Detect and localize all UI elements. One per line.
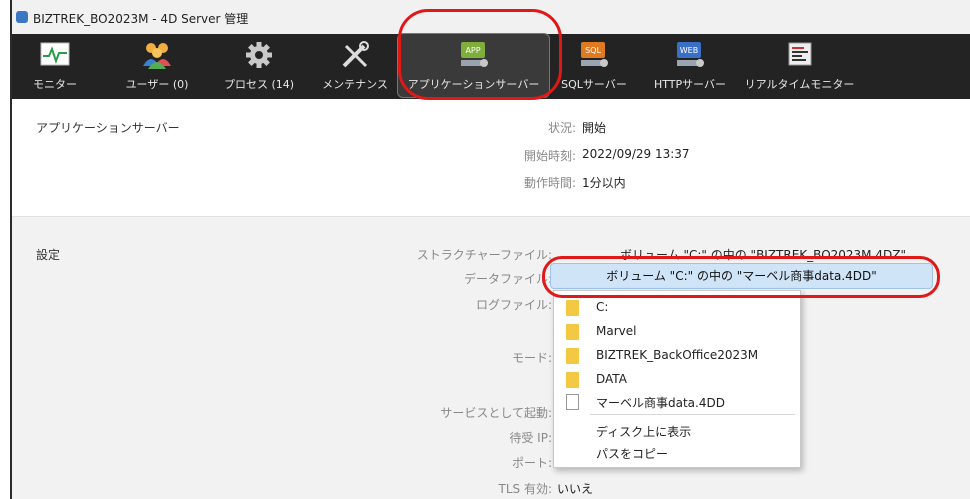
tab-maintenance[interactable]: メンテナンス [315, 34, 395, 99]
menu-item-marvel[interactable]: Marvel [554, 320, 800, 344]
menu-item-label: ディスク上に表示 [596, 425, 692, 439]
state-value: 開始 [582, 121, 607, 135]
folder-icon [566, 348, 579, 364]
window-edge [0, 0, 12, 499]
toolbar: モニター ユーザー (0) プロセス (14) メンテナンス APP アプリケー… [12, 33, 970, 99]
folder-icon [566, 324, 579, 340]
file-icon [566, 394, 579, 410]
structure-file-label: ストラクチャーファイル: [416, 248, 552, 262]
gear-icon [246, 42, 272, 68]
tab-sql-server[interactable]: SQL SQLサーバー [554, 34, 634, 99]
tab-processes[interactable]: プロセス (14) [219, 34, 299, 99]
app-server-icon: APP [460, 42, 488, 67]
tls-enabled-value: いいえ [557, 482, 594, 496]
tab-processes-label: プロセス (14) [223, 78, 295, 91]
menu-item-show-on-disk[interactable]: ディスク上に表示 [554, 419, 800, 443]
status-section-title: アプリケーションサーバー [36, 121, 180, 135]
mode-label: モード: [511, 351, 552, 365]
settings-section-title: 設定 [36, 248, 61, 262]
tab-http-server[interactable]: WEB HTTPサーバー [645, 34, 735, 99]
tab-users-label: ユーザー (0) [125, 78, 189, 91]
menu-item-label: DATA [596, 372, 627, 386]
tab-sql-server-label: SQLサーバー [561, 78, 627, 91]
structure-file-value[interactable]: ボリューム "C:" の中の "BIZTREK_BO2023M.4DZ" [620, 246, 906, 263]
menu-item-label: BIZTREK_BackOffice2023M [596, 348, 759, 362]
tab-monitor-label: モニター [33, 78, 77, 91]
folder-icon [566, 372, 579, 388]
title-bar: BIZTREK_BO2023M - 4D Server 管理 [12, 0, 970, 35]
start-time-label: 開始時刻: [523, 149, 576, 163]
menu-item-label: C: [596, 300, 609, 314]
web-badge: WEB [680, 46, 698, 55]
tab-application-server[interactable]: APP アプリケーションサーバー [397, 33, 550, 98]
sql-server-icon: SQL [581, 42, 608, 67]
users-icon [143, 43, 171, 69]
uptime-label: 動作時間: [523, 176, 576, 190]
menu-item-data-file[interactable]: マーベル商事data.4DD [554, 390, 800, 414]
menu-item-volume-c[interactable]: C: [554, 296, 800, 320]
sql-badge: SQL [585, 46, 601, 55]
tab-realtime-monitor[interactable]: リアルタイムモニター [737, 34, 862, 99]
tab-users[interactable]: ユーザー (0) [117, 34, 197, 99]
state-label: 状況: [547, 121, 576, 135]
status-section: アプリケーションサーバー 状況: 開始 開始時刻: 2022/09/29 13:… [12, 99, 970, 216]
log-file-label: ログファイル: [475, 298, 552, 312]
tab-realtime-monitor-label: リアルタイムモニター [744, 78, 855, 91]
data-file-label: データファイル: [463, 272, 552, 286]
run-as-service-label: サービスとして起動: [440, 406, 552, 420]
app-icon [16, 11, 28, 23]
menu-item-label: マーベル商事data.4DD [596, 396, 725, 410]
tab-http-server-label: HTTPサーバー [653, 78, 727, 91]
menu-item-data-folder[interactable]: DATA [554, 368, 800, 392]
listen-ip-label: 待受 IP: [509, 431, 552, 445]
tab-application-server-label: アプリケーションサーバー [407, 78, 540, 91]
menu-item-copy-path[interactable]: パスをコピー [554, 441, 800, 465]
window-title: BIZTREK_BO2023M - 4D Server 管理 [33, 12, 249, 26]
realtime-monitor-icon [788, 42, 811, 66]
monitor-icon [40, 42, 70, 66]
uptime-value: 1分以内 [582, 176, 626, 190]
tools-icon [342, 41, 369, 68]
settings-section: 設定 ストラクチャーファイル: ボリューム "C:" の中の "BIZTREK_… [12, 216, 970, 499]
folder-icon [566, 300, 579, 316]
menu-item-backoffice[interactable]: BIZTREK_BackOffice2023M [554, 344, 800, 368]
tab-monitor[interactable]: モニター [20, 34, 90, 99]
start-time-value: 2022/09/29 13:37 [582, 147, 690, 161]
window: BIZTREK_BO2023M - 4D Server 管理 モニター ユーザー… [0, 0, 970, 499]
data-file-path-button[interactable]: ボリューム "C:" の中の "マーベル商事data.4DD" [550, 263, 933, 289]
port-label: ポート: [511, 456, 552, 470]
menu-separator [590, 414, 795, 415]
menu-item-label: Marvel [596, 324, 637, 338]
menu-item-label: パスをコピー [596, 447, 669, 461]
app-badge: APP [465, 46, 480, 55]
tab-maintenance-label: メンテナンス [322, 78, 388, 91]
tls-enabled-label: TLS 有効: [498, 482, 553, 496]
http-server-icon: WEB [677, 42, 704, 67]
path-popup-menu: C: Marvel BIZTREK_BackOffice2023M DATA マ… [553, 290, 801, 468]
